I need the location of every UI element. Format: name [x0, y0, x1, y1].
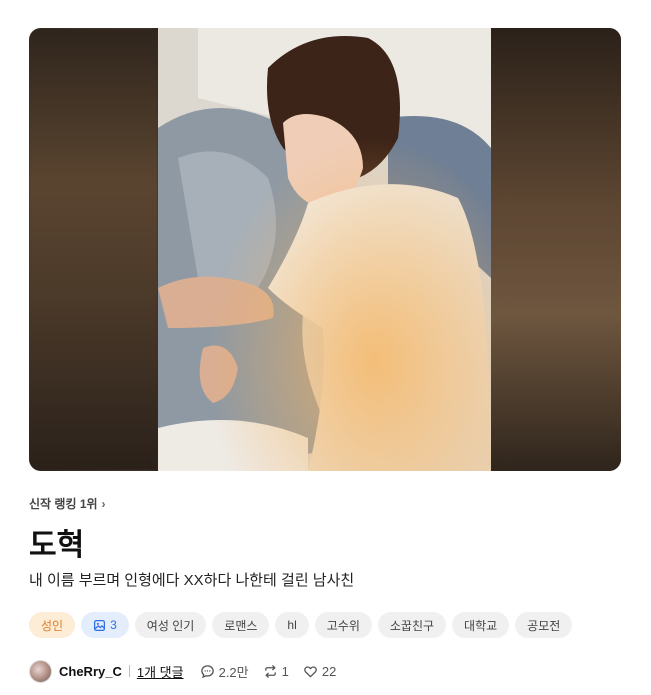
- page-title: 도혁: [29, 529, 85, 562]
- chevron-right-icon: ›: [101, 496, 106, 511]
- repost-icon: [264, 664, 276, 678]
- subtitle: 내 이름 부르며 인형에다 XX하다 나한테 걸린 남사친: [29, 572, 355, 589]
- author-name[interactable]: CheRry_C: [59, 664, 122, 679]
- tag-label: 성인: [41, 618, 64, 633]
- repost-count: 1: [281, 663, 289, 679]
- heart-icon: [304, 665, 317, 677]
- tag-childhood-friend[interactable]: 소꿉친구: [377, 612, 447, 638]
- tag-label: hl: [287, 618, 297, 632]
- like-count: 22: [321, 663, 337, 679]
- cover-image[interactable]: [29, 28, 621, 471]
- comments-link[interactable]: 1개 댓글: [137, 662, 184, 681]
- tag-hl[interactable]: hl: [275, 612, 309, 638]
- views-count: 2.2만: [218, 664, 249, 680]
- avatar[interactable]: [29, 659, 52, 683]
- divider: [128, 665, 130, 677]
- tag-contest[interactable]: 공모전: [515, 612, 573, 638]
- tag-label: 여성 인기: [146, 618, 195, 633]
- cover-blur-left: [29, 28, 158, 471]
- chat-icon: [200, 664, 214, 678]
- tag-images[interactable]: 3: [81, 612, 129, 638]
- tag-label: 소꿉친구: [389, 618, 435, 633]
- meta-row: CheRry_C 1개 댓글 2.2만 1 22: [29, 659, 350, 683]
- cover-blur-right: [491, 28, 621, 471]
- ranking-label: 신작 랭킹 1위: [29, 497, 98, 511]
- repost-button[interactable]: 1: [263, 664, 289, 679]
- like-button[interactable]: 22: [303, 664, 336, 679]
- tag-label: 로맨스: [224, 618, 258, 633]
- tag-university[interactable]: 대학교: [452, 612, 510, 638]
- tag-images-count: 3: [110, 618, 117, 632]
- tag-high-intensity[interactable]: 고수위: [314, 612, 372, 638]
- ranking-link[interactable]: 신작 랭킹 1위 ›: [29, 495, 106, 512]
- cover-illustration: [158, 28, 491, 471]
- views-stat: 2.2만: [200, 662, 249, 681]
- tag-label: 고수위: [326, 618, 360, 633]
- tag-label: 대학교: [464, 618, 498, 633]
- tag-female-popular[interactable]: 여성 인기: [134, 612, 207, 638]
- tag-adult[interactable]: 성인: [29, 612, 76, 638]
- tag-list: 성인 3 여성 인기 로맨스 hl 고수위 소꿉친구 대학교 공모전: [29, 612, 573, 638]
- image-icon: [94, 619, 106, 631]
- tag-label: 공모전: [527, 618, 561, 633]
- tag-romance[interactable]: 로맨스: [212, 612, 270, 638]
